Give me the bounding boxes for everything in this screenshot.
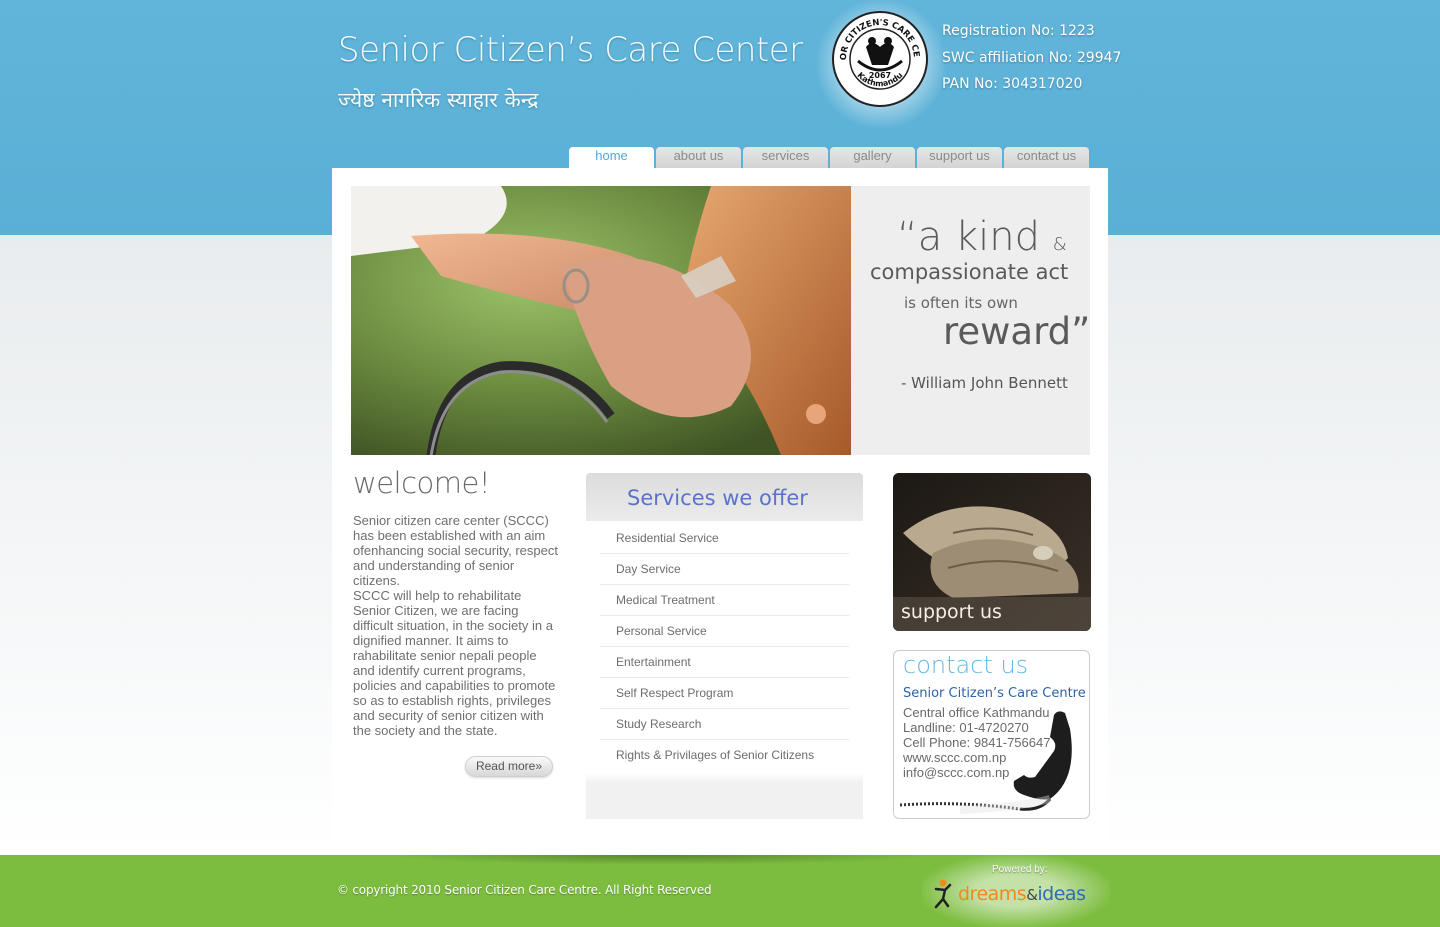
contact-card: contact us Senior Citizen’s Care Centre … [893, 650, 1090, 819]
services-list: Residential Service Day Service Medical … [586, 521, 863, 771]
welcome-title: welcome! [353, 466, 491, 500]
contact-website-link[interactable]: www.sccc.com.np [903, 750, 1050, 765]
service-item-medical[interactable]: Medical Treatment [600, 585, 849, 616]
service-item-personal[interactable]: Personal Service [600, 616, 849, 647]
service-item-entertainment[interactable]: Entertainment [600, 647, 849, 678]
registration-number: Registration No: 1223 [942, 23, 1095, 39]
quote-author: - William John Bennett [901, 374, 1068, 392]
contact-landline: Landline: 01-4720270 [903, 720, 1029, 735]
services-title: Services we offer [586, 473, 863, 521]
support-us-card[interactable]: support us [893, 473, 1091, 631]
logo-year: 2067 [869, 71, 891, 80]
dreams-ideas-figure-icon [934, 879, 952, 909]
service-item-rights[interactable]: Rights & Privilages of Senior Citizens [600, 740, 849, 771]
registration-info: Registration No: 1223 SWC affiliation No… [942, 18, 1121, 98]
brand-amp: & [1026, 886, 1038, 904]
support-us-label: support us [893, 597, 1091, 631]
footer: © copyright 2010 Senior Citizen Care Cen… [0, 855, 1440, 927]
contact-org-name: Senior Citizen’s Care Centre [903, 686, 1086, 701]
quote-line-2: compassionate act [870, 260, 1069, 284]
footer-shadow [380, 855, 940, 865]
powered-by-label: Powered by: [992, 864, 1048, 875]
brand-part-1: dreams [958, 883, 1027, 905]
nav-tab-home[interactable]: home [569, 147, 654, 170]
contact-title: contact us [903, 651, 1029, 679]
welcome-paragraph-2: SCCC will help to rehabilitate Senior Ci… [353, 588, 556, 738]
nav-tab-contact-us[interactable]: contact us [1004, 147, 1089, 168]
read-more-button[interactable]: Read more» [465, 756, 553, 777]
brand-part-2: ideas [1037, 883, 1086, 905]
service-item-self-respect[interactable]: Self Respect Program [600, 678, 849, 709]
contact-details: Central office Kathmandu Landline: 01-47… [903, 705, 1050, 780]
nav-tab-about-us[interactable]: about us [656, 147, 741, 168]
main-nav: home about us services gallery support u… [569, 147, 1089, 170]
nav-tab-services[interactable]: services [743, 147, 828, 168]
site-title-nepali: ज्येष्ठ नागरिक स्याहार केन्द्र [338, 88, 539, 112]
service-item-day-service[interactable]: Day Service [600, 554, 849, 585]
copyright-text: © copyright 2010 Senior Citizen Care Cen… [337, 883, 712, 897]
quote-line-1: “a kind & [897, 214, 1067, 260]
dreams-ideas-brand-link[interactable]: dreams&ideas [958, 883, 1086, 905]
hero-quote-panel: “a kind & compassionate act is often its… [851, 186, 1090, 455]
service-item-residential[interactable]: Residential Service [600, 523, 849, 554]
logo-seal-icon[interactable]: SENIOR CITIZEN'S CARE CENTER Kathmandu 2… [832, 11, 928, 107]
contact-email-link[interactable]: info@sccc.com.np [903, 765, 1050, 780]
quote-line-4: reward” [943, 310, 1091, 353]
contact-office: Central office Kathmandu [903, 705, 1050, 720]
hero-photo-hands [351, 186, 851, 455]
welcome-text: Senior citizen care center (SCCC) has be… [353, 513, 558, 738]
nav-tab-support-us[interactable]: support us [917, 147, 1002, 168]
nav-tab-gallery[interactable]: gallery [830, 147, 915, 168]
swc-affiliation: SWC affiliation No: 29947 [942, 49, 1122, 66]
service-item-study-research[interactable]: Study Research [600, 709, 849, 740]
pan-number: PAN No: 304317020 [942, 76, 1083, 92]
welcome-paragraph-1: Senior citizen care center (SCCC) has be… [353, 513, 558, 588]
powered-by-box: Powered by: dreams&ideas [922, 855, 1110, 927]
site-title: Senior Citizen’s Care Center [338, 30, 803, 70]
contact-cell: Cell Phone: 9841-756647 [903, 735, 1051, 750]
services-panel: Services we offer Residential Service Da… [586, 473, 863, 819]
